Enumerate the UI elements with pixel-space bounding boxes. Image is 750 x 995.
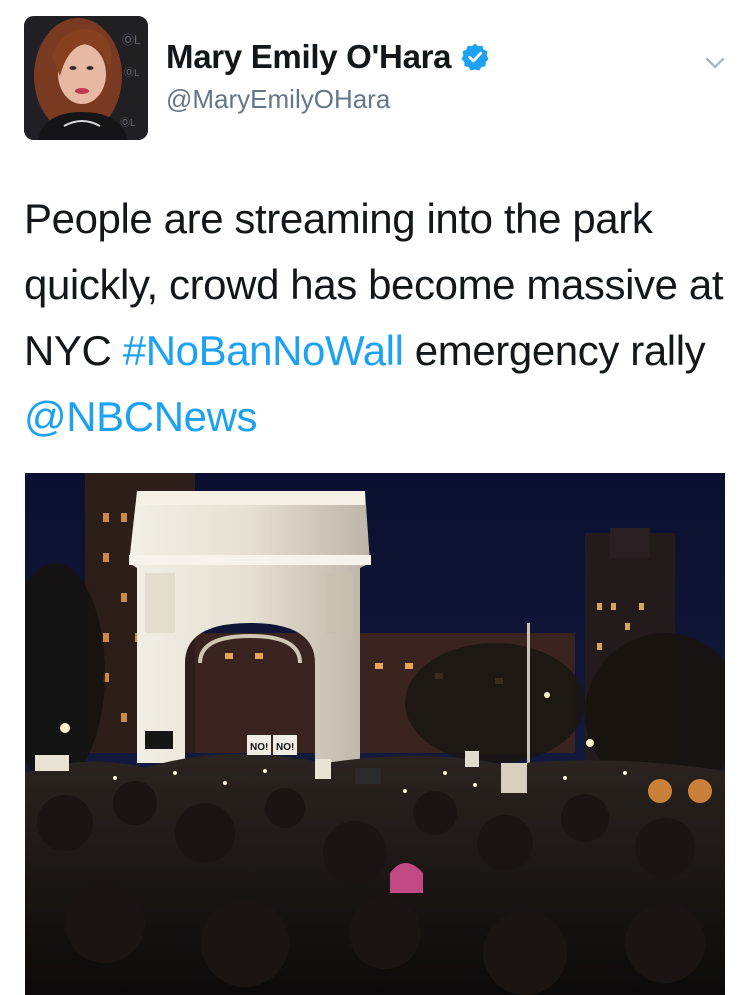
- svg-text:ⓄL: ⓄL: [124, 67, 140, 79]
- author-handle[interactable]: @MaryEmilyOHara: [166, 84, 390, 115]
- hashtag-link[interactable]: #NoBanNoWall: [123, 327, 404, 374]
- avatar[interactable]: ⓄL ⓄL ⓄL: [24, 16, 148, 140]
- author-name-row[interactable]: Mary Emily O'Hara: [166, 38, 490, 76]
- mention-link[interactable]: @NBCNews: [24, 393, 258, 440]
- sign-left-text: NO!: [250, 742, 268, 753]
- author-display-name[interactable]: Mary Emily O'Hara: [166, 38, 452, 76]
- tweet-text: People are streaming into the park quick…: [24, 186, 724, 450]
- tweet-photo[interactable]: NO! NO!: [25, 473, 725, 995]
- verified-badge-icon: [460, 42, 490, 72]
- svg-text:ⓄL: ⓄL: [122, 33, 141, 47]
- sign-right-text: NO!: [276, 742, 294, 753]
- svg-text:ⓄL: ⓄL: [120, 117, 136, 129]
- chevron-down-icon[interactable]: [702, 50, 728, 76]
- tweet-text-part2: emergency rally: [403, 327, 706, 374]
